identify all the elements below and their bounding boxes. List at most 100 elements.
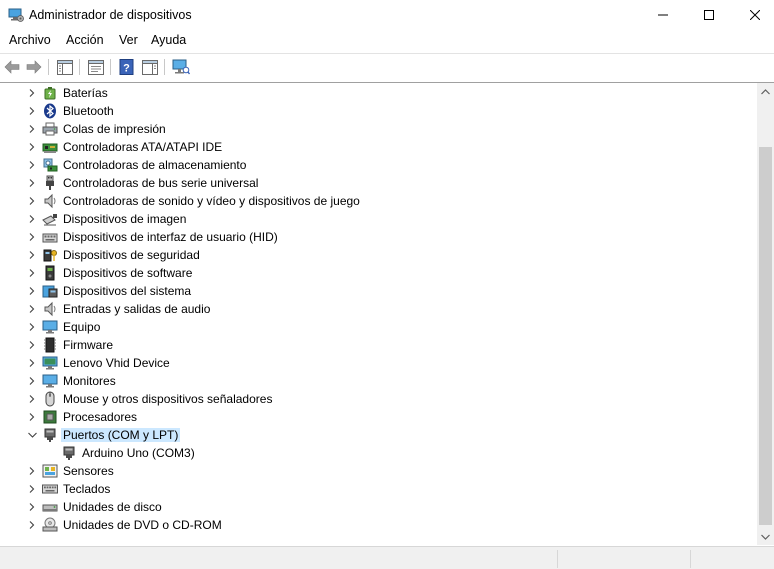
properties-icon (88, 59, 104, 75)
expand-arrow-icon[interactable] (26, 105, 38, 117)
tree-node-label: Colas de impresión (63, 122, 166, 136)
maximize-button[interactable] (686, 0, 732, 30)
disk-drive-icon (42, 499, 58, 515)
action-pane-button[interactable] (140, 57, 160, 77)
tree-node-unidades-dvd[interactable]: Unidades de DVD o CD-ROM (0, 516, 757, 534)
minimize-button[interactable] (640, 0, 686, 30)
tree-node-dispositivos-seguridad[interactable]: Dispositivos de seguridad (0, 246, 757, 264)
scroll-up-icon (761, 88, 770, 94)
tree-node-label: Controladoras de sonido y vídeo y dispos… (63, 194, 360, 208)
forward-button[interactable] (24, 57, 44, 77)
tree-node-colas-de-impresion[interactable]: Colas de impresión (0, 120, 757, 138)
menu-ver[interactable]: Ver (119, 33, 138, 47)
expand-arrow-icon[interactable] (26, 141, 38, 153)
expand-arrow-icon[interactable] (26, 519, 38, 531)
show-hide-tree-button[interactable] (55, 57, 75, 77)
scroll-down-icon (761, 534, 770, 540)
expand-arrow-icon[interactable] (26, 123, 38, 135)
tree-node-label: Monitores (63, 374, 116, 388)
tree-node-dispositivos-sistema[interactable]: Dispositivos del sistema (0, 282, 757, 300)
tree-node-equipo[interactable]: Equipo (0, 318, 757, 336)
tree-node-bluetooth[interactable]: Bluetooth (0, 102, 757, 120)
tree-node-dispositivos-software[interactable]: Dispositivos de software (0, 264, 757, 282)
port-icon (42, 427, 58, 443)
back-button[interactable] (2, 57, 22, 77)
expand-arrow-icon[interactable] (26, 411, 38, 423)
tree-node-procesadores[interactable]: Procesadores (0, 408, 757, 426)
expand-arrow-icon[interactable] (26, 357, 38, 369)
expand-arrow-icon[interactable] (26, 375, 38, 387)
tree-node-controladoras-sonido[interactable]: Controladoras de sonido y vídeo y dispos… (0, 192, 757, 210)
tree-node-monitores[interactable]: Monitores (0, 372, 757, 390)
expand-arrow-icon[interactable] (26, 393, 38, 405)
menu-bar: Archivo Acción Ver Ayuda (0, 30, 774, 51)
tree-node-label: Baterías (63, 86, 108, 100)
properties-button[interactable] (86, 57, 106, 77)
tree-node-entradas-salidas-audio[interactable]: Entradas y salidas de audio (0, 300, 757, 318)
tree-node-label: Dispositivos de interfaz de usuario (HID… (63, 230, 278, 244)
scan-hardware-button[interactable] (171, 57, 191, 77)
tree-node-puertos[interactable]: Puertos (COM y LPT) (0, 426, 757, 444)
expand-arrow-icon[interactable] (26, 267, 38, 279)
tree-node-controladoras-almacenamiento[interactable]: Controladoras de almacenamiento (0, 156, 757, 174)
expand-arrow-icon[interactable] (26, 321, 38, 333)
tree-node-arduino-uno[interactable]: Arduino Uno (COM3) (0, 444, 757, 462)
collapse-arrow-icon[interactable] (26, 429, 38, 441)
tree-node-label: Entradas y salidas de audio (63, 302, 211, 316)
menu-archivo[interactable]: Archivo (9, 33, 51, 47)
help-button[interactable]: ? (117, 57, 137, 77)
toolbar-separator (110, 59, 111, 75)
expand-arrow-icon[interactable] (26, 465, 38, 477)
tree-node-label: Dispositivos de seguridad (63, 248, 200, 262)
usb-icon (42, 175, 58, 191)
expand-arrow-icon[interactable] (26, 177, 38, 189)
tree-node-dispositivos-imagen[interactable]: Dispositivos de imagen (0, 210, 757, 228)
expand-arrow-icon[interactable] (26, 87, 38, 99)
tree-node-baterias[interactable]: Baterías (0, 84, 757, 102)
port-icon (61, 445, 77, 461)
toolbar-separator (164, 59, 165, 75)
expand-arrow-icon[interactable] (26, 339, 38, 351)
close-button[interactable] (732, 0, 774, 30)
menu-ayuda[interactable]: Ayuda (151, 33, 186, 47)
help-icon: ? (119, 59, 134, 75)
expand-arrow-icon[interactable] (26, 285, 38, 297)
tree-node-label: Bluetooth (63, 104, 114, 118)
toolbar: ? (0, 53, 774, 79)
sensor-icon (42, 463, 58, 479)
expand-arrow-icon[interactable] (26, 483, 38, 495)
expand-arrow-icon[interactable] (26, 159, 38, 171)
tree-node-controladoras-usb[interactable]: Controladoras de bus serie universal (0, 174, 757, 192)
security-key-icon (42, 247, 58, 263)
menu-accion[interactable]: Acción (66, 33, 104, 47)
maximize-icon (704, 10, 714, 20)
tree-node-label: Teclados (63, 482, 111, 496)
tree-node-sensores[interactable]: Sensores (0, 462, 757, 480)
speaker-icon (42, 193, 58, 209)
expand-arrow-icon[interactable] (26, 195, 38, 207)
expand-arrow-icon[interactable] (26, 213, 38, 225)
tree-node-label: Equipo (63, 320, 101, 334)
battery-icon (42, 85, 58, 101)
tree-node-label: Dispositivos de software (63, 266, 193, 280)
scrollbar-thumb[interactable] (759, 147, 772, 525)
expand-arrow-icon[interactable] (26, 249, 38, 261)
dvd-drive-icon (42, 517, 58, 533)
vertical-scrollbar[interactable] (757, 83, 774, 545)
tree-node-label: Controladoras de bus serie universal (63, 176, 259, 190)
camera-icon (42, 211, 58, 227)
expand-arrow-icon[interactable] (26, 231, 38, 243)
scroll-up-button[interactable] (757, 83, 774, 100)
tree-node-firmware[interactable]: Firmware (0, 336, 757, 354)
scroll-down-button[interactable] (757, 528, 774, 545)
hid-keyboard-icon (42, 229, 58, 245)
expand-arrow-icon[interactable] (26, 303, 38, 315)
audio-io-icon (42, 301, 58, 317)
tree-node-lenovo-vhid[interactable]: Lenovo Vhid Device (0, 354, 757, 372)
tree-node-mouse[interactable]: Mouse y otros dispositivos señaladores (0, 390, 757, 408)
tree-node-teclados[interactable]: Teclados (0, 480, 757, 498)
tree-node-controladoras-ata[interactable]: Controladoras ATA/ATAPI IDE (0, 138, 757, 156)
tree-node-unidades-disco[interactable]: Unidades de disco (0, 498, 757, 516)
expand-arrow-icon[interactable] (26, 501, 38, 513)
tree-node-hid[interactable]: Dispositivos de interfaz de usuario (HID… (0, 228, 757, 246)
